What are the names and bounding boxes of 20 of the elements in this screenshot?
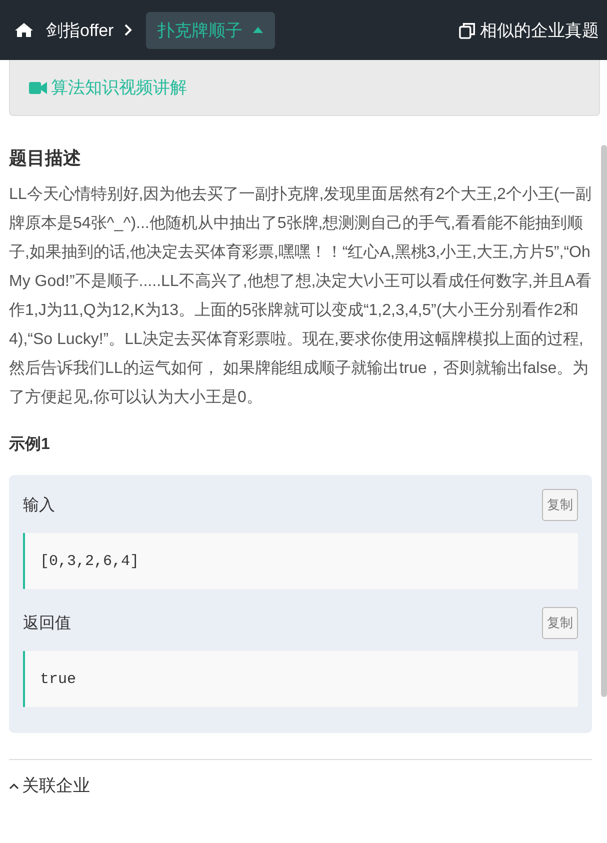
section-title: 题目描述 (9, 147, 82, 170)
copy-button[interactable]: 复制 (542, 489, 578, 521)
related-companies-toggle[interactable]: 关联企业 (22, 774, 90, 797)
similar-questions-link[interactable]: 相似的企业真题 (480, 18, 599, 42)
caret-up-icon (9, 782, 19, 788)
example-label: 返回值 (23, 614, 71, 634)
code-text: [0,3,2,6,4] (40, 552, 140, 570)
copy-icon (459, 22, 476, 38)
copy-button[interactable]: 复制 (542, 607, 578, 639)
chevron-right-icon (124, 24, 132, 36)
example-title: 示例1 (9, 435, 51, 455)
video-camera-icon (29, 82, 47, 94)
example-label: 输入 (23, 496, 55, 516)
breadcrumb-link[interactable]: 剑指offer (46, 18, 114, 42)
caret-icon (252, 27, 263, 33)
problem-dropdown[interactable]: 扑克牌顺子 (146, 12, 275, 48)
description-text: LL今天心情特别好,因为他去买了一副扑克牌,发现里面居然有2个大王,2个小王(一副牌原本是54张^_^)...他随机从中抽出了5张牌,想测测自己的手气,看看能不能抽到顺子,如果抽到的话,他决定去买体育彩票,嘿嘿！！“红心A,黑桃3,小王,大王,方片5”,“Oh My God!”不是顺子.....LL不高兴了,他想了想,决定大\小王可以看成任何数字,并且A看作1,J为11,Q为12,K为13。上面的5张牌就可以变成“1,2,3,4,5”(大小王分别看作2和4),“So Lucky!”。LL决定去买体育彩票啦。现在,要求你使用这幅牌模拟上面的过程,然后告诉我们LL的运气如何， 如果牌能组成顺子就输出true，否则就输出false。为了方便起见,你可以认为大小王是0。 (9, 184, 592, 408)
scrollbar[interactable] (601, 145, 607, 697)
home-icon[interactable] (14, 22, 34, 38)
code-text: true (40, 670, 76, 688)
